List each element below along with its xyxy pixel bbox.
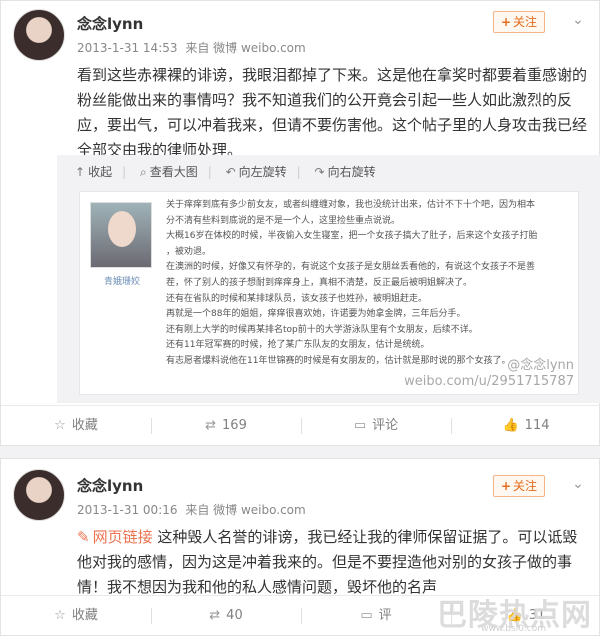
media-panel: ↑ 收起 | ⌕ 查看大图 | ↶ 向左旋转 | ↷ 向右旋转 青娥珊姣 关于痒痒到底有多少前… — [57, 155, 600, 403]
repost-icon: ⇄ — [205, 418, 217, 433]
favorite-button[interactable]: ☆ 收藏 — [1, 596, 151, 636]
image-text-line: 关于痒痒到底有多少前女友，或者纠缠缠对象，我也没统计出来，估计不下十个吧，因为相… — [166, 200, 536, 210]
post-text-body: 这种毁人名誉的诽谤，我已经让我的律师保留证据了。可以诋毁他对我的感情，因为这是冲… — [77, 528, 578, 596]
comment-label: 评 — [378, 608, 392, 623]
post-time[interactable]: 2013-1-31 00:16 — [77, 503, 178, 517]
like-button[interactable]: 👍 114 — [451, 406, 600, 446]
comment-icon: ▭ — [360, 608, 373, 623]
repost-button[interactable]: ⇄ 40 — [151, 596, 301, 636]
comment-icon: ▭ — [353, 418, 367, 433]
favorite-label: 收藏 — [71, 418, 98, 433]
rotate-right-label: 向右旋转 — [327, 165, 376, 179]
rotate-left-icon: ↶ — [225, 165, 236, 179]
web-link[interactable]: ✎ 网页链接 — [77, 528, 153, 546]
post-text: ✎ 网页链接 这种毁人名誉的诽谤，我已经让我的律师保留证据了。可以诋毁他对我的感情… — [77, 525, 589, 600]
rotate-left-label: 向左旋转 — [238, 165, 287, 179]
image-text-line: 还有11年冠军赛的时候，抢了某广东队友的女朋友，估计是统统。 — [166, 340, 430, 351]
favorite-button[interactable]: ☆ 收藏 — [1, 406, 151, 446]
post-source[interactable]: 微博 weibo.com — [213, 503, 306, 517]
image-poster-name: 青娥珊姣 — [103, 277, 140, 287]
rotate-left-button[interactable]: ↶ 向左旋转 — [226, 165, 287, 179]
action-bar: ☆ 收藏 ⇄ 169 ▭ 评论 👍 114 — [1, 405, 600, 445]
site-watermark-url: www.bsl0.com — [481, 624, 546, 634]
collapse-button[interactable]: ↑ 收起 — [75, 165, 112, 179]
comment-label: 评论 — [372, 418, 399, 433]
plus-icon: + — [500, 15, 512, 29]
source-prefix: 来自 — [185, 41, 210, 55]
avatar[interactable] — [13, 9, 65, 61]
image-text-line: 大概16岁在体校的时候，半夜偷入女生寝室，把一个女孩子搞大了肚子，后来这个女孩子… — [166, 231, 538, 242]
repost-icon: ⇄ — [209, 608, 221, 623]
chevron-down-icon[interactable]: ⌄ — [571, 13, 585, 27]
collapse-label: 收起 — [88, 165, 113, 179]
username[interactable]: 念念lynn — [77, 475, 143, 496]
watermark-name: @念念lynn — [507, 358, 574, 373]
image-text-line: 再就是一个88年的姐姐，痒痒很喜欢她，许诺要为她拿金牌，三年后分手。 — [166, 309, 466, 320]
post-time[interactable]: 2013-1-31 14:53 — [77, 41, 178, 55]
link-icon: ✎ — [77, 528, 90, 546]
image-watermark: @念念lynn weibo.com/u/2951715787 — [404, 358, 574, 390]
username[interactable]: 念念lynn — [77, 13, 143, 34]
weibo-post: 念念lynn 2013-1-31 14:53 来自 微博 weibo.com +… — [0, 0, 600, 446]
web-link-label: 网页链接 — [92, 528, 153, 546]
source-prefix: 来自 — [185, 503, 210, 517]
follow-label: 关注 — [513, 15, 538, 29]
post-image[interactable]: 青娥珊姣 关于痒痒到底有多少前女友，或者纠缠缠对象，我也没统计出来，估计不下十个… — [79, 191, 579, 395]
chevron-down-icon[interactable]: ⌄ — [571, 477, 585, 491]
favorite-icon: ☆ — [54, 418, 66, 433]
view-large-label: 查看大图 — [149, 165, 198, 179]
image-text-line: 还有在省队的时候和某排球队员，该女孩子也姓孙，被明姐赶走。 — [166, 293, 428, 304]
collapse-icon: ↑ — [75, 165, 86, 179]
repost-count: 40 — [226, 608, 243, 623]
image-text-line: 茬，怀了别人的孩子想耐到痒痒身上，真相不清楚，反正最后被明姐解决了。 — [166, 277, 473, 288]
zoom-icon: ⌕ — [139, 165, 147, 179]
watermark-url: weibo.com/u/2951715787 — [404, 374, 574, 389]
favorite-icon: ☆ — [54, 608, 66, 623]
post-source[interactable]: 微博 weibo.com — [213, 41, 306, 55]
image-text-line: ，被劝退。 — [166, 246, 212, 257]
image-text-line: 分不清有些料到底说的是不是一个人，这里捡些重点说说。 — [166, 215, 401, 226]
image-text: 关于痒痒到底有多少前女友，或者纠缠缠对象，我也没统计出来，估计不下十个吧，因为相… — [166, 198, 574, 370]
favorite-label: 收藏 — [71, 608, 98, 623]
repost-count: 169 — [222, 418, 247, 433]
comment-button[interactable]: ▭ 评论 — [301, 406, 451, 446]
rotate-right-button[interactable]: ↷ 向右旋转 — [315, 165, 376, 179]
post-text: 看到这些赤裸裸的诽谤，我眼泪都掉了下来。这是他在拿奖时都要着重感谢的粉丝能做出来… — [77, 66, 588, 159]
follow-button[interactable]: + 关注 — [493, 475, 545, 497]
like-count: 114 — [524, 418, 550, 433]
follow-button[interactable]: + 关注 — [493, 11, 545, 33]
repost-button[interactable]: ⇄ 169 — [151, 406, 301, 446]
post-meta: 2013-1-31 14:53 来自 微博 weibo.com — [77, 39, 306, 56]
plus-icon: + — [500, 479, 512, 493]
follow-label: 关注 — [513, 479, 538, 493]
rotate-right-icon: ↷ — [314, 165, 325, 179]
view-large-button[interactable]: ⌕ 查看大图 — [140, 165, 198, 179]
post-meta: 2013-1-31 00:16 来自 微博 weibo.com — [77, 501, 306, 518]
image-text-line: 在澳洲的时候，好像又有怀孕的，有说这个女孩子是女朋丝丢看他的，有说这个女孩子不是… — [166, 262, 536, 273]
image-poster-avatar — [90, 202, 152, 268]
media-toolbar: ↑ 收起 | ⌕ 查看大图 | ↶ 向左旋转 | ↷ 向右旋转 — [75, 165, 376, 179]
thumbs-up-icon: 👍 — [502, 418, 519, 433]
avatar[interactable] — [13, 469, 65, 521]
comment-button[interactable]: ▭ 评 — [301, 596, 451, 636]
image-text-line: 还有刚上大学的时候再某排名top前十的大学游泳队里有个女朋友，后续不详。 — [166, 324, 478, 335]
